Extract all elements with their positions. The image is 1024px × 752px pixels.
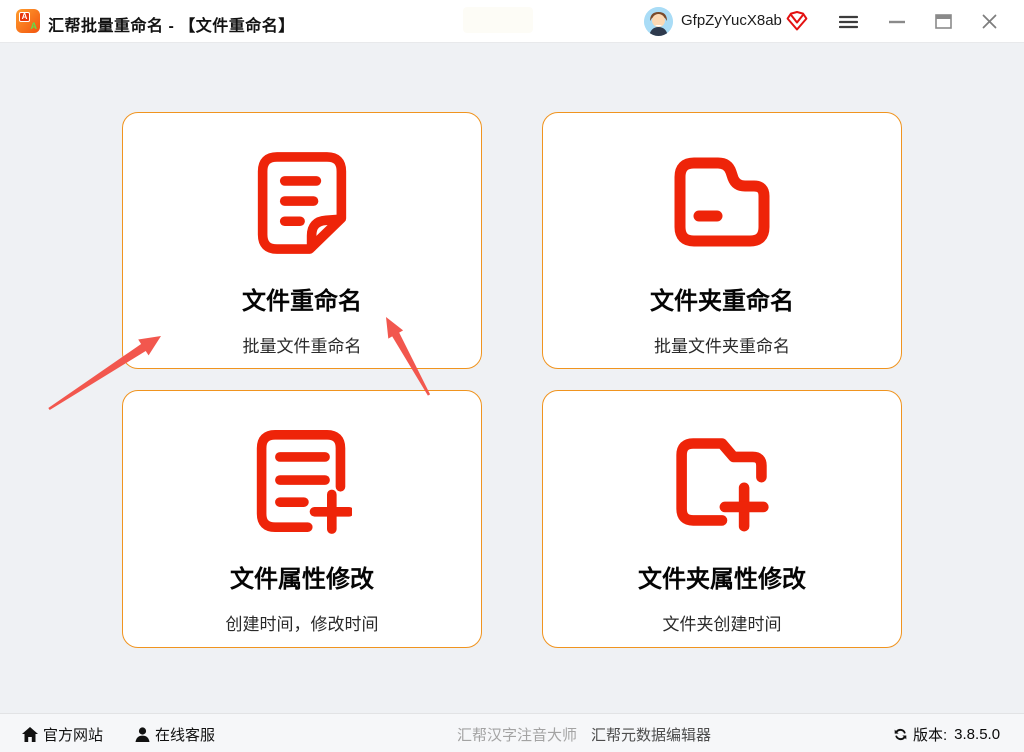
username-label[interactable]: GfpZyYucX8ab bbox=[681, 12, 782, 29]
card-folder-attributes[interactable]: 文件夹属性修改 文件夹创建时间 bbox=[542, 390, 902, 648]
card-subtitle: 批量文件重命名 bbox=[242, 337, 362, 356]
version-info[interactable]: 版本: 3.8.5.0 bbox=[893, 724, 1000, 745]
home-icon bbox=[22, 727, 38, 742]
avatar[interactable] bbox=[644, 7, 673, 36]
app-window: A A 汇帮批量重命名 - 【文件重命名】 GfpZyYucX8ab 文件重命名… bbox=[0, 0, 1024, 752]
app-logo-icon: A A bbox=[16, 9, 40, 33]
card-file-rename[interactable]: 文件重命名 批量文件重命名 bbox=[122, 112, 482, 369]
version-label: 版本: bbox=[913, 727, 948, 744]
minimize-icon[interactable] bbox=[880, 8, 914, 35]
online-support-label: 在线客服 bbox=[155, 727, 216, 744]
card-folder-rename[interactable]: 文件夹重命名 批量文件夹重命名 bbox=[542, 112, 902, 369]
close-icon[interactable] bbox=[972, 8, 1006, 35]
avatar-face-icon bbox=[644, 7, 673, 36]
titlebar: A A 汇帮批量重命名 - 【文件重命名】 GfpZyYucX8ab bbox=[0, 0, 1024, 43]
window-title: 汇帮批量重命名 - 【文件重命名】 bbox=[48, 18, 295, 35]
card-file-attributes[interactable]: 文件属性修改 创建时间，修改时间 bbox=[122, 390, 482, 648]
card-title: 文件夹属性修改 bbox=[638, 566, 806, 593]
folder-icon bbox=[672, 147, 772, 259]
file-plus-icon bbox=[252, 425, 352, 537]
card-subtitle: 批量文件夹重命名 bbox=[654, 337, 790, 356]
footer: 官方网站 在线客服 汇帮汉字注音大师 汇帮元数据编辑器 版本: 3.8.5.0 bbox=[0, 713, 1024, 752]
folder-plus-icon bbox=[672, 425, 772, 537]
card-subtitle: 文件夹创建时间 bbox=[662, 615, 782, 634]
app-logo-letter: A bbox=[30, 21, 38, 31]
faded-banner bbox=[463, 7, 533, 33]
card-title: 文件属性修改 bbox=[230, 566, 374, 593]
online-support-link[interactable]: 在线客服 bbox=[135, 724, 215, 745]
pinyin-app-label: 汇帮汉字注音大师 bbox=[457, 727, 578, 744]
file-lines-icon bbox=[252, 147, 352, 259]
version-value: 3.8.5.0 bbox=[954, 726, 1001, 743]
person-icon bbox=[135, 727, 150, 742]
metadata-app-label: 汇帮元数据编辑器 bbox=[591, 727, 712, 744]
official-site-label: 官方网站 bbox=[43, 727, 104, 744]
vip-gem-icon[interactable] bbox=[786, 10, 808, 32]
hamburger-menu-icon[interactable] bbox=[831, 8, 865, 35]
card-title: 文件重命名 bbox=[242, 288, 362, 315]
metadata-app-link[interactable]: 汇帮元数据编辑器 bbox=[591, 724, 711, 745]
card-title: 文件夹重命名 bbox=[650, 288, 794, 315]
maximize-icon[interactable] bbox=[926, 8, 960, 35]
refresh-icon bbox=[894, 728, 907, 741]
app-logo-letter: A bbox=[19, 12, 30, 22]
pinyin-app-link[interactable]: 汇帮汉字注音大师 bbox=[457, 724, 577, 745]
card-subtitle: 创建时间，修改时间 bbox=[225, 615, 379, 634]
official-site-link[interactable]: 官方网站 bbox=[22, 724, 103, 745]
